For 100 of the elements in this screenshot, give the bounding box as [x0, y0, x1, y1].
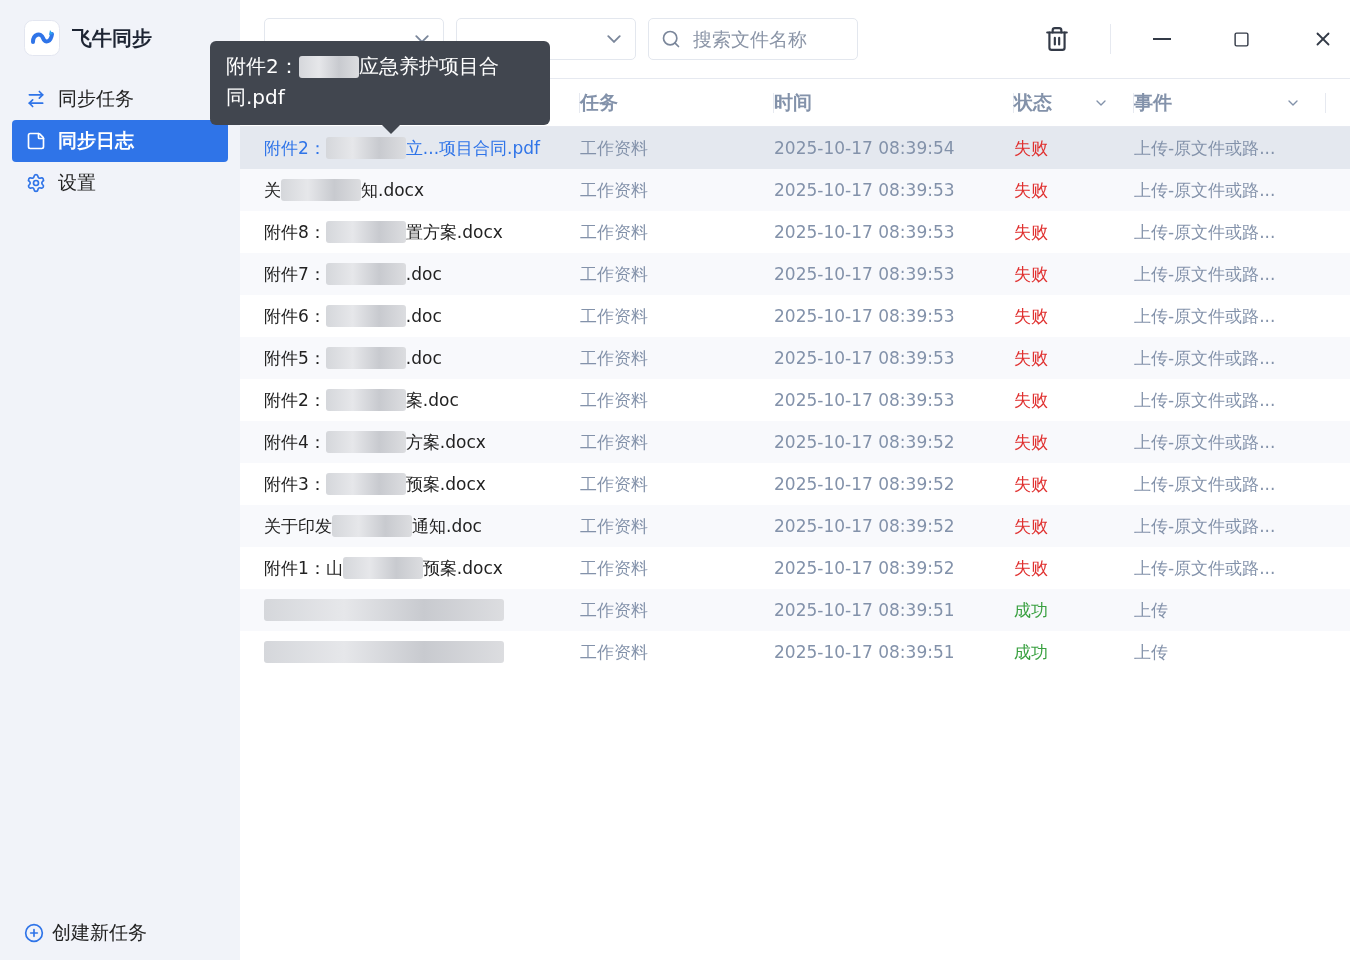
chevron-down-icon: [607, 35, 621, 43]
status-text: 失败: [1014, 514, 1049, 538]
timestamp: 2025-10-17 08:39:51: [774, 642, 956, 662]
file-name: 通知.doc: [412, 514, 482, 538]
status-text: 成功: [1014, 598, 1049, 622]
timestamp: 2025-10-17 08:39:53: [774, 222, 956, 242]
status-text: 成功: [1014, 640, 1049, 664]
file-name: 预案.docx: [422, 556, 503, 580]
event-text: 上传-原文件或路...: [1134, 304, 1277, 328]
task-name: 工作资料: [580, 430, 649, 454]
event-text: 上传: [1134, 640, 1169, 664]
file-name: 预案.docx: [405, 472, 486, 496]
tooltip-text: 应急养护项目合: [358, 53, 499, 80]
status-text: 失败: [1014, 220, 1049, 244]
table-row[interactable]: 附件4： 方案.docx 工作资料 2025-10-17 08:39:52 失败 上传-原文件或路...: [240, 421, 1350, 463]
app-name: 飞牛同步: [72, 24, 152, 52]
timestamp: 2025-10-17 08:39:53: [774, 306, 956, 326]
status-text: 失败: [1014, 388, 1049, 412]
event-text: 上传-原文件或路...: [1134, 346, 1277, 370]
file-name: 案.doc: [405, 388, 459, 412]
file-name: 知.docx: [361, 178, 424, 202]
event-text: 上传-原文件或路...: [1134, 262, 1277, 286]
maximize-icon: [1233, 30, 1250, 48]
status-text: 失败: [1014, 136, 1049, 160]
tooltip-text: 同.pdf: [226, 84, 285, 111]
status-text: 失败: [1014, 304, 1049, 328]
timestamp: 2025-10-17 08:39:53: [774, 348, 956, 368]
arrows-icon: [26, 89, 46, 109]
trash-icon: [1044, 26, 1070, 52]
task-name: 工作资料: [580, 598, 649, 622]
plus-icon: [24, 923, 44, 943]
file-name: 置方案.docx: [405, 220, 503, 244]
event-text: 上传-原文件或路...: [1134, 178, 1277, 202]
file-name: 附件8：: [264, 220, 326, 244]
timestamp: 2025-10-17 08:39:52: [774, 432, 956, 452]
status-text: 失败: [1014, 346, 1049, 370]
table-row[interactable]: 关 知.docx 工作资料 2025-10-17 08:39:53 失败 上传-原文件或路...: [240, 169, 1350, 211]
task-name: 工作资料: [580, 262, 649, 286]
timestamp: 2025-10-17 08:39:53: [774, 180, 956, 200]
task-name: 工作资料: [580, 346, 649, 370]
column-header: 时间: [774, 89, 812, 115]
settings-icon: [26, 173, 46, 193]
timestamp: 2025-10-17 08:39:52: [774, 474, 956, 494]
task-name: 工作资料: [580, 178, 649, 202]
file-name: 附件2：: [264, 388, 326, 412]
timestamp: 2025-10-17 08:39:51: [774, 600, 956, 620]
event-text: 上传: [1134, 598, 1169, 622]
timestamp: 2025-10-17 08:39:53: [774, 390, 956, 410]
create-task-button[interactable]: 创建新任务: [12, 920, 228, 946]
file-name: 附件4：: [264, 430, 326, 454]
column-header: 任务: [580, 89, 618, 115]
task-name: 工作资料: [580, 472, 649, 496]
timestamp: 2025-10-17 08:39:52: [774, 516, 956, 536]
tooltip-text: 附件2：: [226, 53, 299, 80]
file-name: 附件7：: [264, 262, 326, 286]
minimize-icon: [1153, 38, 1171, 40]
task-name: 工作资料: [580, 640, 649, 664]
task-name: 工作资料: [580, 514, 649, 538]
timestamp: 2025-10-17 08:39:52: [774, 558, 956, 578]
file-name: .doc: [405, 264, 442, 284]
column-header: 事件: [1134, 89, 1172, 115]
task-name: 工作资料: [580, 136, 649, 160]
search-field[interactable]: 搜索文件名称: [648, 18, 858, 60]
table-row[interactable]: 附件7： .doc 工作资料 2025-10-17 08:39:53 失败 上传-原文件或路...: [240, 253, 1350, 295]
table-row[interactable]: 附件5： .doc 工作资料 2025-10-17 08:39:53 失败 上传-原文件或路...: [240, 337, 1350, 379]
file-name: 关: [264, 178, 281, 202]
event-text: 上传-原文件或路...: [1134, 556, 1277, 580]
event-text: 上传-原文件或路...: [1134, 136, 1277, 160]
timestamp: 2025-10-17 08:39:53: [774, 264, 956, 284]
event-text: 上传-原文件或路...: [1134, 514, 1277, 538]
redacted-block: [298, 55, 359, 78]
timestamp: 2025-10-17 08:39:54: [774, 138, 956, 158]
note-icon: [26, 131, 46, 151]
status-text: 失败: [1014, 178, 1049, 202]
file-name: 附件2：: [264, 136, 326, 160]
column-header: 状态: [1014, 89, 1052, 115]
app-logo: [24, 20, 60, 56]
file-name: 方案.docx: [405, 430, 486, 454]
chevron-down-icon: [415, 35, 429, 43]
sidebar-item[interactable]: 同步任务: [12, 78, 228, 120]
file-name: .doc: [405, 306, 442, 326]
file-name: 附件5：: [264, 346, 326, 370]
search-icon: [661, 29, 681, 49]
event-text: 上传-原文件或路...: [1134, 472, 1277, 496]
task-name: 工作资料: [580, 388, 649, 412]
status-text: 失败: [1014, 472, 1049, 496]
table-row[interactable]: 关于印发 通知.doc 工作资料 2025-10-17 08:39:52 失败 上传-原文件或路...: [240, 505, 1350, 547]
status-text: 失败: [1014, 262, 1049, 286]
table-row[interactable]: 附件2： 立...项目合同.pdf 工作资料 2025-10-17 08:39:54 失败 上传-原文件或路...: [240, 127, 1350, 169]
event-text: 上传-原文件或路...: [1134, 388, 1277, 412]
file-name: 立...项目合同.pdf: [405, 136, 540, 160]
status-text: 失败: [1014, 556, 1049, 580]
sidebar-item[interactable]: 设置: [12, 162, 228, 204]
sidebar-item[interactable]: 同步日志: [12, 120, 228, 162]
file-name: .doc: [405, 348, 442, 368]
file-name: 关于印发: [264, 514, 332, 538]
file-name: 附件3：: [264, 472, 326, 496]
task-name: 工作资料: [580, 556, 649, 580]
task-name: 工作资料: [580, 304, 649, 328]
file-name: 附件1：山: [264, 556, 343, 580]
